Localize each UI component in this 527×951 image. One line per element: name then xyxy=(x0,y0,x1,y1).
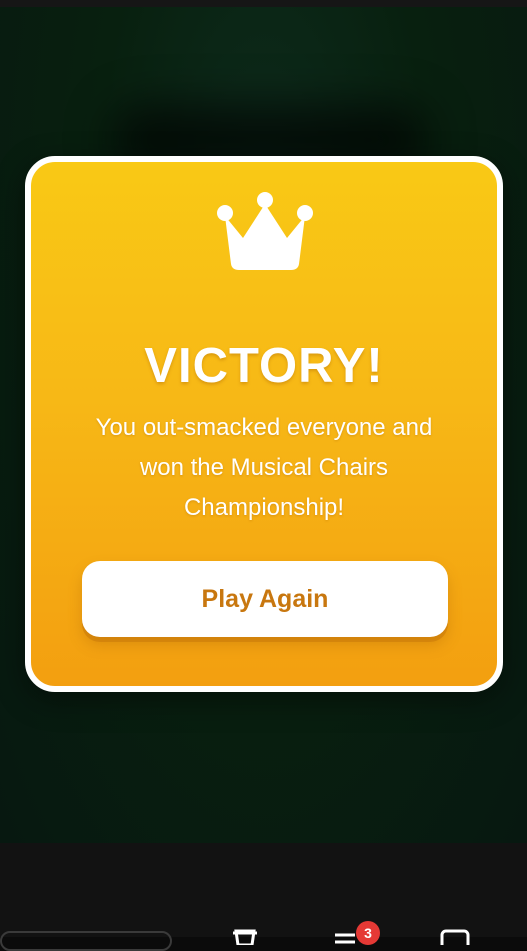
trophy-icon[interactable] xyxy=(230,925,260,945)
bottom-nav-bar: 3 xyxy=(0,843,527,951)
notification-badge: 3 xyxy=(356,921,380,945)
victory-message: You out-smacked everyone and won the Mus… xyxy=(95,414,433,521)
profile-icon[interactable] xyxy=(440,925,470,945)
crown-icon xyxy=(217,192,313,270)
home-nav-pill[interactable] xyxy=(0,931,172,951)
victory-title: VICTORY! xyxy=(144,339,384,393)
victory-modal: VICTORY! You out-smacked everyone and wo… xyxy=(25,156,503,692)
top-status-strip xyxy=(0,0,527,7)
play-again-button[interactable]: Play Again xyxy=(82,561,448,637)
